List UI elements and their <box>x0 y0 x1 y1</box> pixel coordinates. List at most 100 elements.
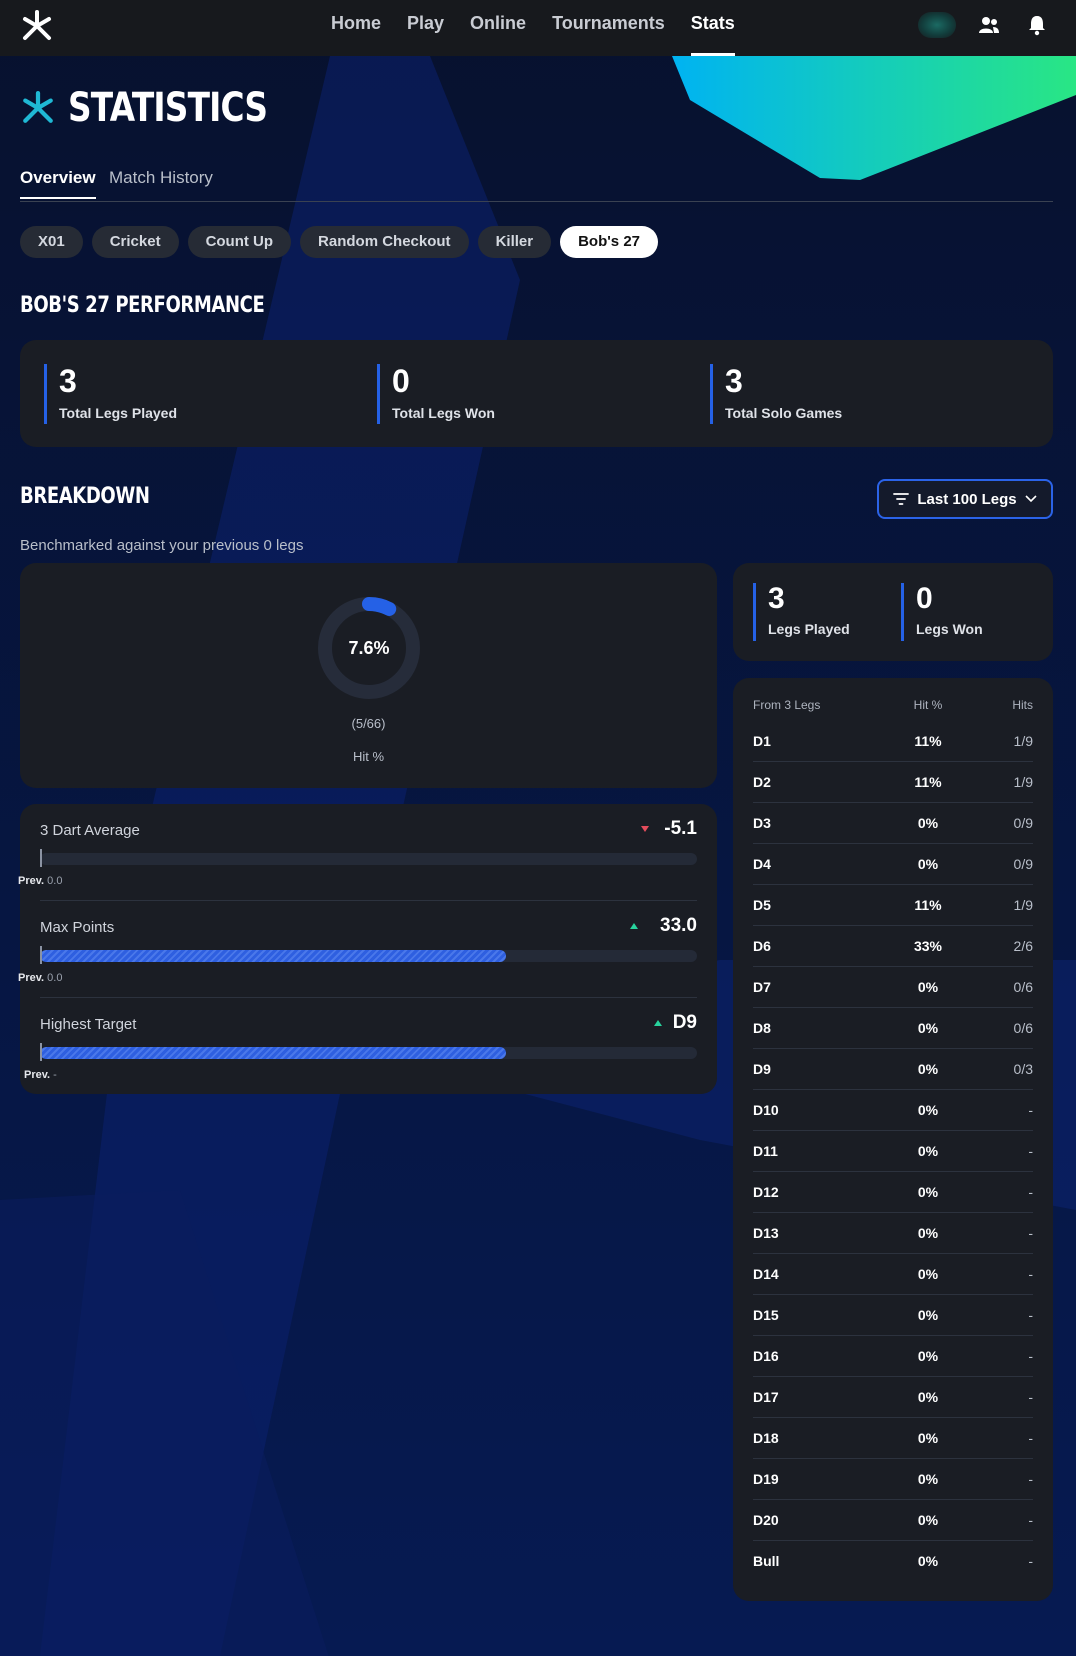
hits-cell: 0/9 <box>1013 815 1033 831</box>
dropdown-label: Last 100 Legs <box>917 490 1017 508</box>
avatar[interactable] <box>918 12 956 38</box>
stat-value: 3 <box>59 363 77 399</box>
prev-value: Prev. 0.0 <box>18 875 63 887</box>
stat-total-solo-games: 3 Total Solo Games <box>710 364 842 424</box>
hits-cell: - <box>1028 1553 1033 1569</box>
hits-cell: 0/9 <box>1013 856 1033 872</box>
friends-icon[interactable] <box>978 14 1000 36</box>
hit-count: (5/66) <box>351 716 386 731</box>
hit-percent-cell: 33% <box>913 938 943 954</box>
hit-percent-cell: 0% <box>917 1471 939 1487</box>
chip-x01[interactable]: X01 <box>20 226 83 258</box>
table-row: D15 0% - <box>753 1295 1033 1336</box>
target-cell: D9 <box>753 1061 771 1077</box>
target-cell: D8 <box>753 1020 771 1036</box>
page-header: STATISTICS <box>20 85 311 131</box>
target-cell: D3 <box>753 815 771 831</box>
chip-bobs-27[interactable]: Bob's 27 <box>560 226 658 258</box>
performance-summary-card: 3 Total Legs Played 0 Total Legs Won 3 T… <box>20 340 1053 447</box>
target-cell: D15 <box>753 1307 779 1323</box>
hit-percent-ring: 7.6% <box>316 595 422 701</box>
chip-cricket[interactable]: Cricket <box>91 226 179 258</box>
column-header: Hit % <box>913 698 943 712</box>
table-row: D4 0% 0/9 <box>753 844 1033 885</box>
trend-up-icon <box>630 923 638 929</box>
nav-play[interactable]: Play <box>407 0 444 56</box>
hit-percent-cell: 0% <box>917 1553 939 1569</box>
nav-online[interactable]: Online <box>470 0 526 56</box>
target-cell: D13 <box>753 1225 779 1241</box>
metric-value: D9 <box>672 1012 697 1033</box>
stat-total-legs-played: 3 Total Legs Played <box>44 364 177 424</box>
hit-percent-cell: 0% <box>917 1102 939 1118</box>
table-row: D18 0% - <box>753 1418 1033 1459</box>
hit-percent-cell: 0% <box>917 1020 939 1036</box>
breakdown-heading: BREAKDOWN <box>20 484 150 509</box>
metric-bar-fill <box>40 1047 507 1059</box>
game-mode-filter: X01 Cricket Count Up Random Checkout Kil… <box>20 226 658 258</box>
hit-percent-cell: 11% <box>914 897 942 913</box>
hit-percent-cell: 11% <box>914 774 942 790</box>
hit-percent-cell: 11% <box>914 733 942 749</box>
metric-highest-target: Highest Target D9 Prev. - <box>24 998 697 1095</box>
hit-percent-cell: 0% <box>917 1143 939 1159</box>
hit-percent-cell: 0% <box>917 856 939 872</box>
prev-marker <box>40 1043 42 1061</box>
hits-cell: - <box>1028 1430 1033 1446</box>
metric-name: Max Points <box>40 919 115 936</box>
metric-bar <box>40 1047 697 1059</box>
target-cell: D11 <box>753 1143 778 1159</box>
trend-down-icon <box>641 826 649 832</box>
hits-cell: 2/6 <box>1013 938 1033 954</box>
legs-range-dropdown[interactable]: Last 100 Legs <box>877 479 1053 519</box>
metrics-card: 3 Dart Average -5.1 Prev. 0.0 Max Points… <box>18 804 717 1095</box>
hits-cell: 0/3 <box>1013 1061 1033 1077</box>
nav-home[interactable]: Home <box>331 0 381 56</box>
target-cell: D4 <box>753 856 771 872</box>
metric-three-dart-average: 3 Dart Average -5.1 Prev. 0.0 <box>18 804 697 901</box>
table-row: D20 0% - <box>753 1500 1033 1541</box>
target-cell: D20 <box>753 1512 779 1528</box>
tab-overview[interactable]: Overview <box>20 168 96 199</box>
stat-legs-won: 0 Legs Won <box>901 583 983 641</box>
column-header: From 3 Legs <box>753 698 821 712</box>
hit-percent-cell: 0% <box>917 1184 939 1200</box>
hits-cell: - <box>1028 1225 1033 1241</box>
nav-tournaments[interactable]: Tournaments <box>552 0 665 56</box>
tab-match-history[interactable]: Match History <box>109 168 213 198</box>
table-row: D8 0% 0/6 <box>753 1008 1033 1049</box>
bell-icon[interactable] <box>1026 14 1048 36</box>
hit-percent-caption: Hit % <box>352 749 385 764</box>
doubles-table-card: From 3 Legs Hit % Hits D1 11% 1/9 D2 11% 1/9 D… <box>733 678 1053 1601</box>
column-header: Hits <box>1012 698 1033 712</box>
hit-percent-cell: 0% <box>917 815 939 831</box>
table-row: D1 11% 1/9 <box>753 721 1033 762</box>
hit-percent-card: 7.6% (5/66) Hit % <box>20 563 717 788</box>
chip-count-up[interactable]: Count Up <box>187 226 292 258</box>
hit-percent-cell: 0% <box>917 1225 939 1241</box>
app-logo-icon[interactable] <box>20 9 54 43</box>
hits-cell: - <box>1028 1143 1033 1159</box>
top-navigation-bar: Home Play Online Tournaments Stats <box>0 0 1076 56</box>
prev-marker <box>40 946 42 964</box>
legs-summary-card: 3 Legs Played 0 Legs Won <box>733 563 1053 661</box>
stat-total-legs-won: 0 Total Legs Won <box>377 364 495 424</box>
nav-stats[interactable]: Stats <box>690 0 735 56</box>
table-row: D7 0% 0/6 <box>753 967 1033 1008</box>
table-row: D10 0% - <box>753 1090 1033 1131</box>
hits-cell: - <box>1028 1184 1033 1200</box>
hits-cell: 1/9 <box>1013 774 1033 790</box>
hits-cell: - <box>1028 1471 1033 1487</box>
table-row: D5 11% 1/9 <box>753 885 1033 926</box>
target-cell: D10 <box>753 1102 779 1118</box>
target-cell: D6 <box>753 938 771 954</box>
chip-killer[interactable]: Killer <box>477 226 552 258</box>
target-cell: D16 <box>753 1348 779 1364</box>
hit-percent-cell: 0% <box>917 1307 939 1323</box>
hit-percent-cell: 0% <box>917 1266 939 1282</box>
target-cell: D2 <box>753 774 771 790</box>
hits-cell: 1/9 <box>1013 897 1033 913</box>
stat-label: Total Legs Played <box>59 405 177 421</box>
filter-icon <box>893 493 910 505</box>
chip-random-checkout[interactable]: Random Checkout <box>300 226 469 258</box>
